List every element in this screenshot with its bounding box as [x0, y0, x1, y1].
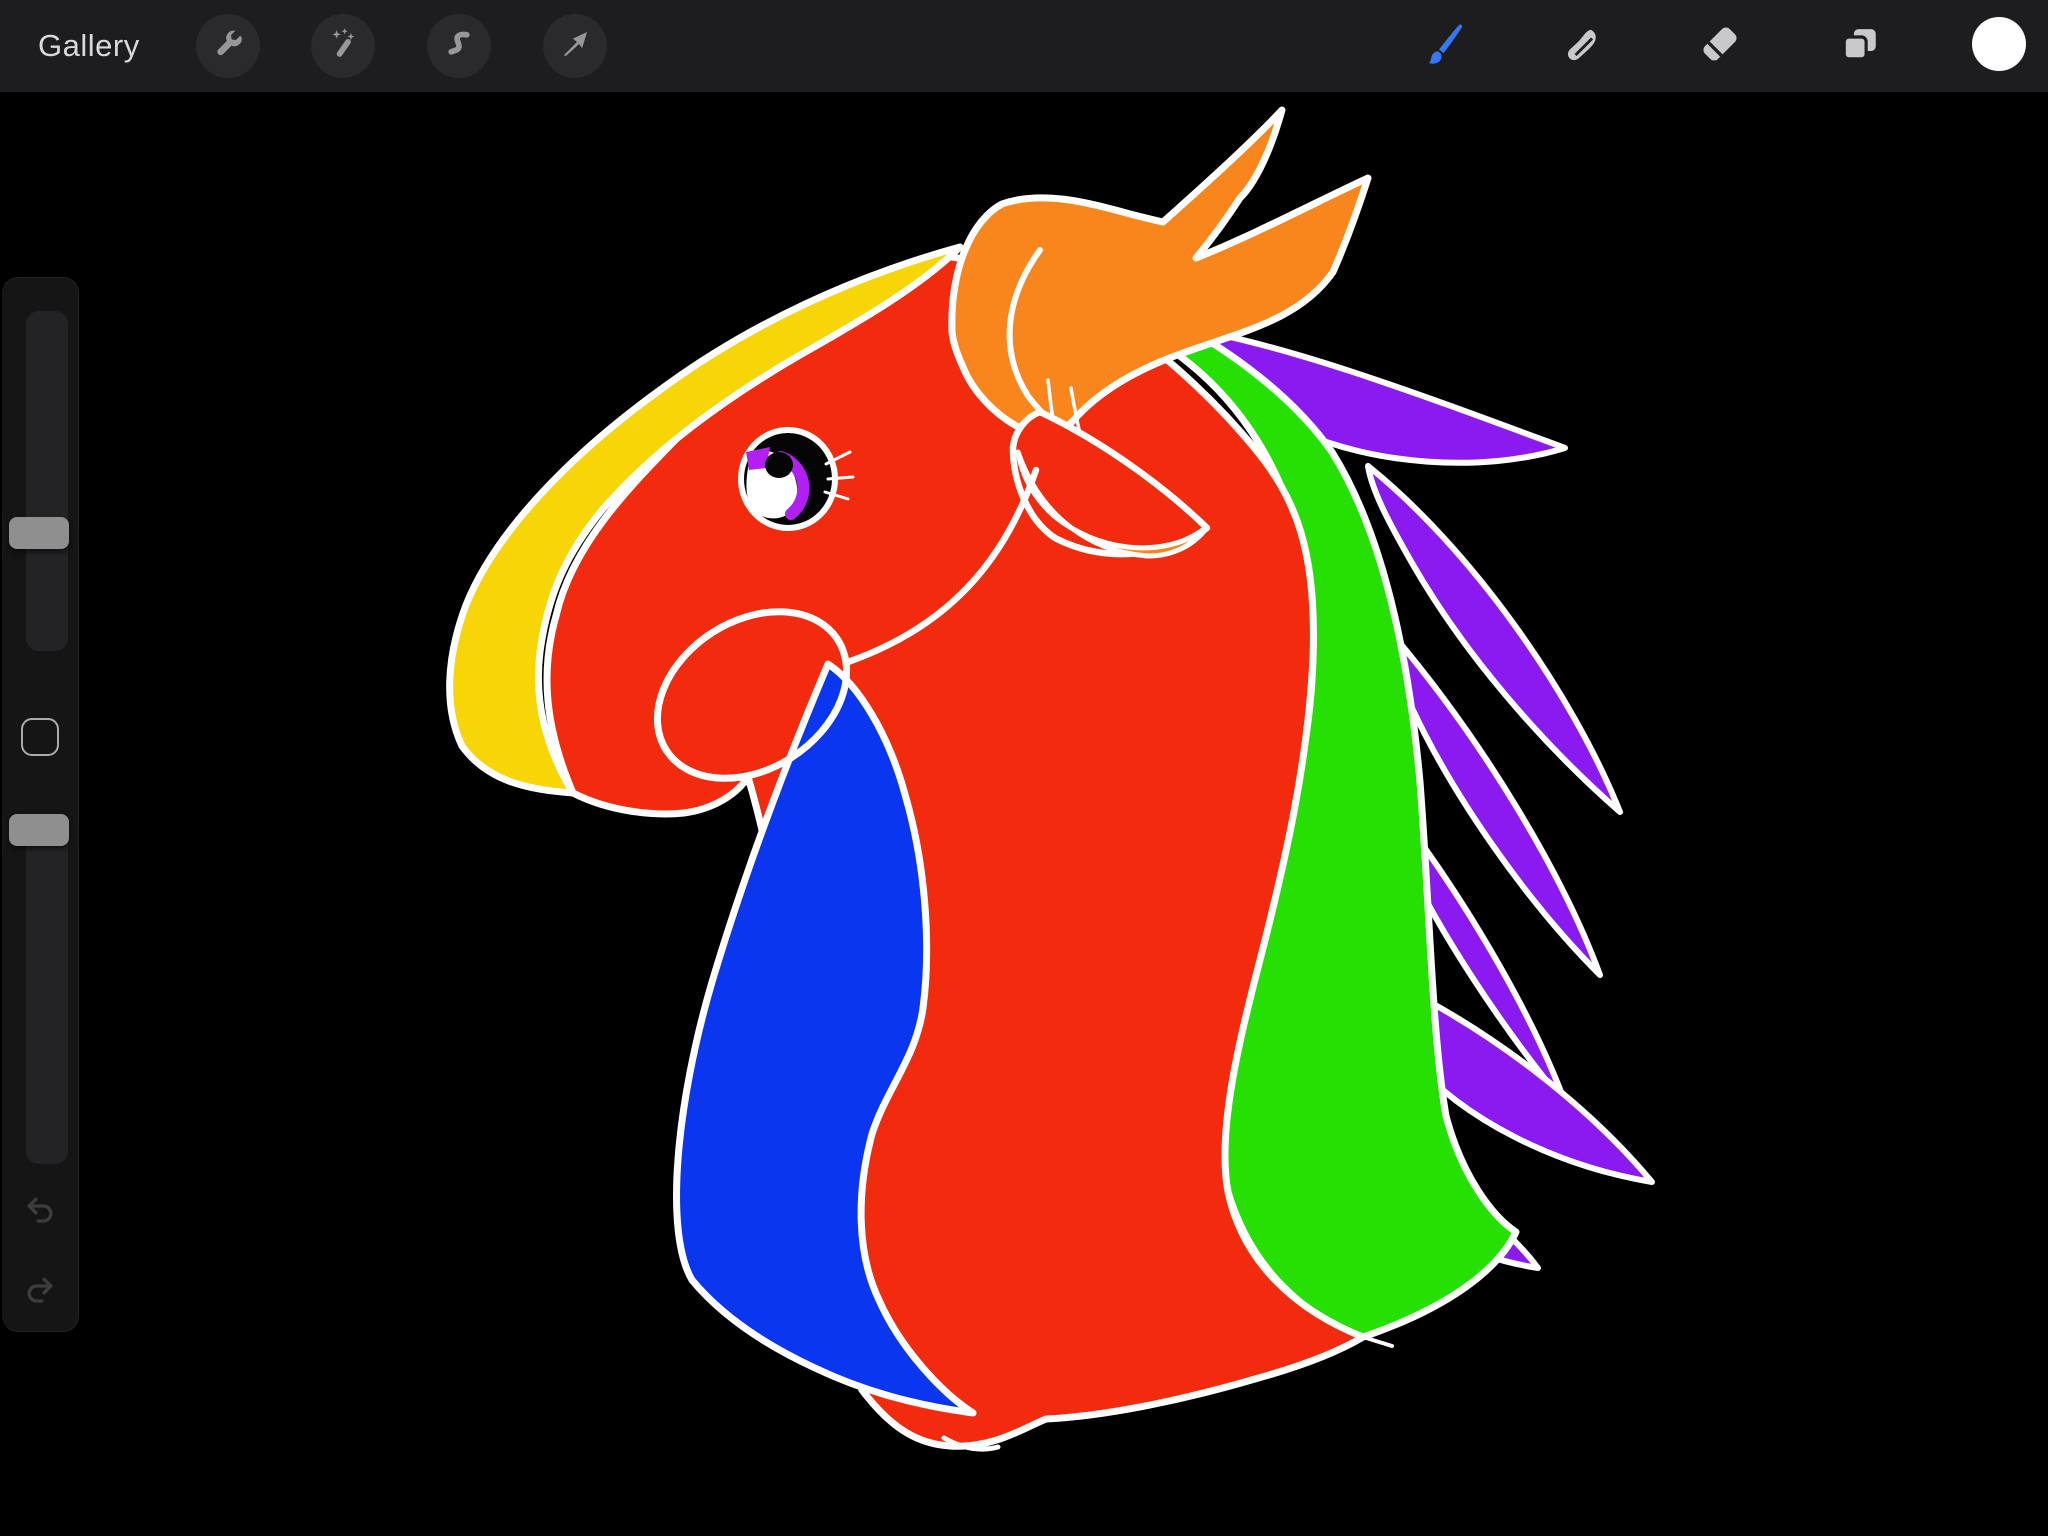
drawing-canvas[interactable] — [0, 0, 2048, 1536]
color-circle-icon — [1971, 16, 2027, 77]
brush-size-handle[interactable] — [9, 517, 69, 549]
smudge-icon — [1560, 22, 1604, 71]
redo-arrow-icon — [20, 1298, 60, 1315]
brush-sidebar — [2, 277, 79, 1332]
opacity-handle[interactable] — [9, 814, 69, 846]
layers-icon — [1839, 23, 1881, 70]
adjustments-button[interactable] — [311, 14, 375, 78]
color-button[interactable] — [1970, 0, 2028, 92]
gallery-button[interactable]: Gallery — [38, 0, 140, 92]
transform-arrow-icon — [558, 27, 592, 66]
smudge-tool-button[interactable] — [1556, 0, 1608, 92]
procreate-app: { "toolbar": { "gallery_label": "Gallery… — [0, 0, 2048, 1536]
opacity-slider[interactable] — [26, 816, 68, 1164]
eraser-icon — [1698, 22, 1742, 71]
top-toolbar: Gallery — [0, 0, 2048, 92]
selection-button[interactable] — [427, 14, 491, 78]
transform-button[interactable] — [543, 14, 607, 78]
modify-button[interactable] — [21, 718, 59, 756]
magic-wand-icon — [326, 27, 360, 66]
wrench-icon — [211, 27, 245, 66]
undo-button[interactable] — [20, 1191, 60, 1231]
paint-tool-button[interactable] — [1412, 0, 1474, 92]
paintbrush-icon — [1418, 19, 1468, 74]
brush-size-slider[interactable] — [26, 311, 68, 651]
eye-pupil — [765, 452, 793, 478]
undo-arrow-icon — [20, 1218, 60, 1235]
actions-button[interactable] — [196, 14, 260, 78]
redo-button[interactable] — [20, 1271, 60, 1311]
layers-button[interactable] — [1834, 0, 1886, 92]
erase-tool-button[interactable] — [1694, 0, 1746, 92]
selection-s-icon — [442, 27, 476, 66]
